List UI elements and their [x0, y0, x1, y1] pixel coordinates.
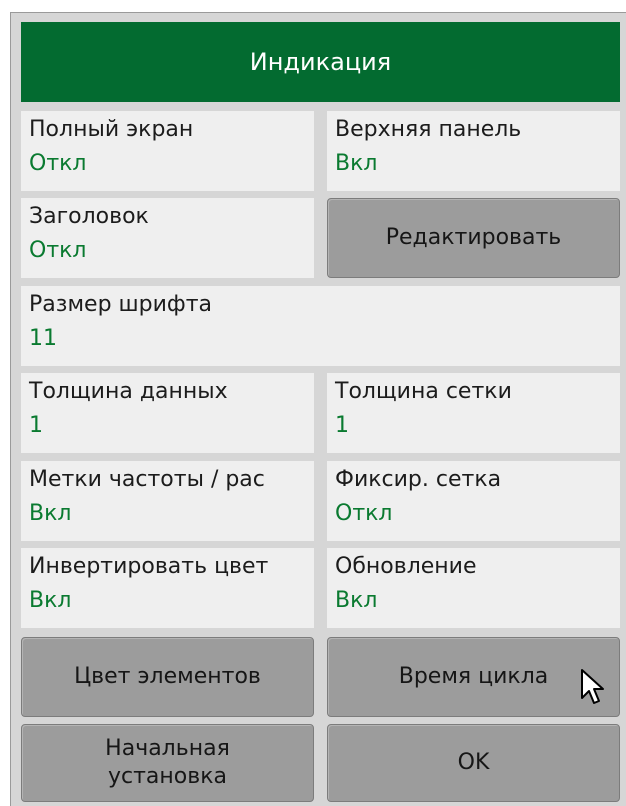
- edit-button[interactable]: Редактировать: [327, 198, 620, 278]
- setting-label: Верхняя панель: [335, 117, 522, 142]
- setting-value: Вкл: [335, 151, 378, 176]
- setting-value: Откл: [335, 501, 393, 526]
- cycle-time-button[interactable]: Время цикла: [327, 637, 620, 717]
- reset-button[interactable]: Начальная установка: [21, 724, 314, 802]
- panel-title: Индикация: [21, 22, 620, 102]
- font-size-setting[interactable]: Размер шрифта 11: [21, 286, 620, 366]
- setting-label: Обновление: [335, 554, 477, 579]
- title-setting[interactable]: Заголовок Откл: [21, 198, 314, 278]
- setting-label: Заголовок: [29, 204, 149, 229]
- frequency-labels-setting[interactable]: Метки частоты / рас Вкл: [21, 461, 314, 541]
- reset-button-line2: установка: [108, 764, 227, 789]
- ok-button[interactable]: OK: [327, 724, 620, 802]
- data-thickness-setting[interactable]: Толщина данных 1: [21, 373, 314, 453]
- setting-label: Метки частоты / рас: [29, 467, 265, 492]
- setting-label: Инвертировать цвет: [29, 554, 269, 579]
- setting-value: 1: [29, 413, 43, 438]
- reset-button-line1: Начальная: [105, 736, 230, 761]
- setting-label: Размер шрифта: [29, 292, 213, 317]
- mouse-pointer-icon: [581, 669, 604, 704]
- setting-value: Вкл: [29, 588, 72, 613]
- setting-value: Откл: [29, 151, 87, 176]
- setting-value: 1: [335, 413, 349, 438]
- top-panel-setting[interactable]: Верхняя панель Вкл: [327, 111, 620, 191]
- setting-value: Вкл: [29, 501, 72, 526]
- update-setting[interactable]: Обновление Вкл: [327, 548, 620, 628]
- element-color-button[interactable]: Цвет элементов: [21, 637, 314, 717]
- setting-label: Толщина сетки: [335, 379, 512, 404]
- setting-label: Полный экран: [29, 117, 194, 142]
- setting-value: Откл: [29, 238, 87, 263]
- grid-thickness-setting[interactable]: Толщина сетки 1: [327, 373, 620, 453]
- invert-color-setting[interactable]: Инвертировать цвет Вкл: [21, 548, 314, 628]
- setting-value: Вкл: [335, 588, 378, 613]
- setting-label: Толщина данных: [29, 379, 228, 404]
- fixed-grid-setting[interactable]: Фиксир. сетка Откл: [327, 461, 620, 541]
- setting-label: Фиксир. сетка: [335, 467, 502, 492]
- setting-value: 11: [29, 326, 57, 351]
- fullscreen-setting[interactable]: Полный экран Откл: [21, 111, 314, 191]
